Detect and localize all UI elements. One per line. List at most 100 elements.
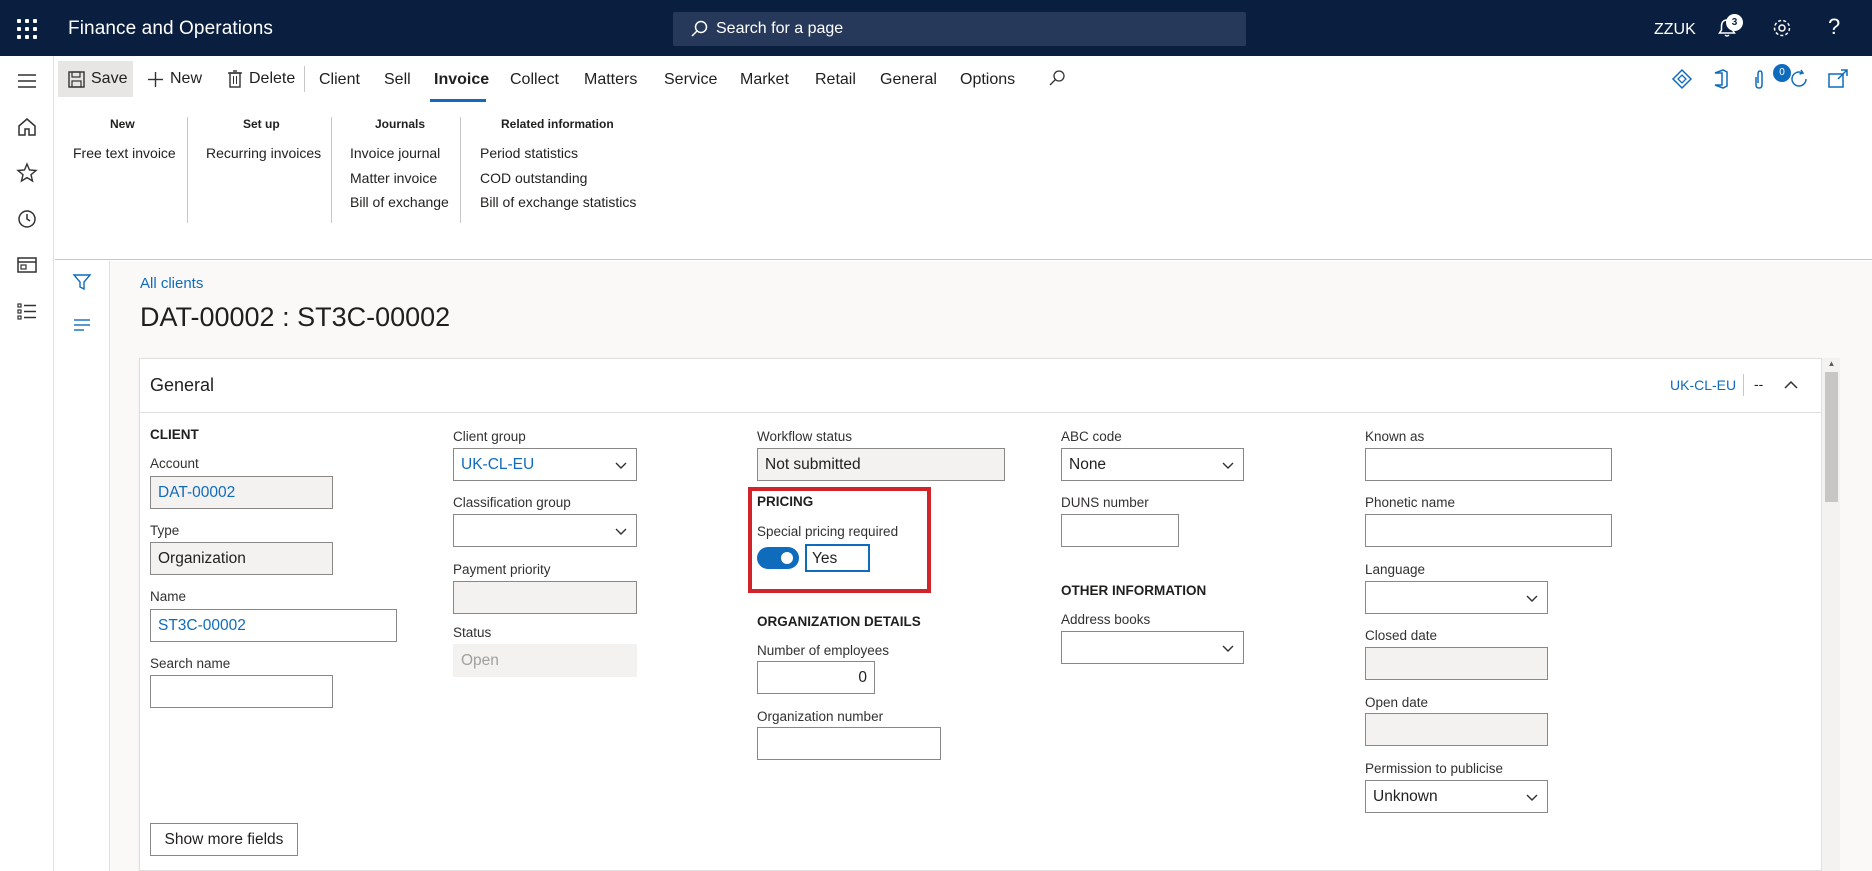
toolbar-divider	[304, 66, 305, 92]
closed-date-label: Closed date	[1365, 628, 1438, 643]
payment-priority-field[interactable]	[453, 581, 637, 614]
tab-retail[interactable]: Retail	[815, 56, 856, 102]
tab-sell[interactable]: Sell	[384, 56, 411, 102]
other-information-heading: OTHER INFORMATION	[1061, 583, 1207, 598]
name-label: Name	[150, 589, 187, 604]
scrollbar-thumb[interactable]	[1825, 372, 1838, 502]
bill-of-exchange-button[interactable]: Bill of exchange	[350, 194, 449, 210]
settings-gear-icon[interactable]	[1771, 17, 1793, 39]
account-field[interactable]: DAT-00002	[150, 476, 333, 509]
known-as-field[interactable]	[1365, 448, 1612, 481]
delete-button[interactable]: Delete	[227, 56, 295, 102]
office-icon[interactable]	[1710, 68, 1732, 90]
filter-icon[interactable]	[72, 272, 92, 292]
delete-label: Delete	[249, 70, 296, 87]
workspaces-icon[interactable]	[16, 254, 38, 276]
new-label: New	[170, 70, 203, 87]
show-more-fields-button[interactable]: Show more fields	[150, 823, 298, 856]
home-icon[interactable]	[16, 116, 38, 138]
language-label: Language	[1365, 562, 1426, 577]
abc-code-dropdown[interactable]: None	[1061, 448, 1244, 481]
chevron-down-icon	[615, 462, 627, 469]
app-launcher-icon[interactable]	[17, 19, 37, 39]
payment-priority-label: Payment priority	[453, 562, 551, 577]
organization-details-heading: ORGANIZATION DETAILS	[757, 614, 921, 629]
organization-number-field[interactable]	[757, 727, 941, 760]
type-label: Type	[150, 523, 180, 538]
open-new-window-icon[interactable]	[1827, 68, 1849, 90]
scroll-up-arrow-icon[interactable]: ▲	[1825, 359, 1838, 369]
period-statistics-button[interactable]: Period statistics	[480, 145, 578, 161]
group-divider	[187, 117, 188, 223]
recurring-invoices-button[interactable]: Recurring invoices	[206, 145, 321, 161]
recent-clock-icon[interactable]	[16, 208, 38, 230]
toggle-knob	[781, 552, 793, 564]
group-setup-title: Set up	[243, 117, 280, 131]
general-fasttab-title[interactable]: General	[150, 375, 214, 396]
group-new-title: New	[110, 117, 135, 131]
bill-of-exchange-statistics-button[interactable]: Bill of exchange statistics	[480, 194, 636, 210]
closed-date-field[interactable]	[1365, 647, 1548, 680]
name-field[interactable]: ST3C-00002	[150, 609, 397, 642]
client-group-label: Client group	[453, 429, 526, 444]
tab-matters[interactable]: Matters	[584, 56, 637, 102]
power-apps-icon[interactable]	[1671, 68, 1693, 90]
tab-collect[interactable]: Collect	[510, 56, 559, 102]
list-view-icon[interactable]	[72, 317, 92, 333]
app-title[interactable]: Finance and Operations	[68, 18, 273, 40]
navigation-rail	[0, 56, 54, 871]
tab-options[interactable]: Options	[960, 56, 1015, 102]
favorites-star-icon[interactable]	[16, 162, 38, 184]
new-button[interactable]: New	[147, 56, 202, 102]
chevron-down-icon	[615, 528, 627, 535]
tab-market[interactable]: Market	[740, 56, 789, 102]
abc-code-value: None	[1069, 456, 1107, 473]
special-pricing-label: Special pricing required	[757, 524, 899, 539]
action-search-icon[interactable]	[1047, 68, 1067, 88]
workflow-status-field[interactable]: Not submitted	[757, 448, 1005, 481]
classification-group-dropdown[interactable]	[453, 514, 637, 547]
modules-list-icon[interactable]	[16, 300, 38, 322]
cod-outstanding-button[interactable]: COD outstanding	[480, 170, 587, 186]
number-of-employees-field[interactable]: 0	[757, 661, 875, 694]
open-date-label: Open date	[1365, 695, 1429, 710]
attachments-icon[interactable]	[1749, 68, 1771, 90]
number-of-employees-label: Number of employees	[757, 643, 890, 658]
duns-number-field[interactable]	[1061, 514, 1179, 547]
phonetic-name-label: Phonetic name	[1365, 495, 1456, 510]
search-name-field[interactable]	[150, 675, 333, 708]
matter-invoice-button[interactable]: Matter invoice	[350, 170, 437, 186]
refresh-icon[interactable]	[1788, 68, 1810, 90]
page-search-input[interactable]: Search for a page	[673, 12, 1246, 46]
client-group-dropdown[interactable]: UK-CL-EU	[453, 448, 637, 481]
account-label: Account	[150, 456, 199, 471]
page-title: DAT-00002 : ST3C-00002	[140, 302, 451, 332]
tab-client[interactable]: Client	[319, 56, 360, 102]
chevron-up-icon[interactable]	[1782, 376, 1800, 394]
help-icon[interactable]: ?	[1828, 14, 1840, 40]
company-picker[interactable]: ZZUK	[1654, 21, 1696, 39]
phonetic-name-field[interactable]	[1365, 514, 1612, 547]
breadcrumb-all-clients[interactable]: All clients	[140, 275, 203, 292]
permission-to-publicise-dropdown[interactable]: Unknown	[1365, 780, 1548, 813]
type-field[interactable]: Organization	[150, 542, 333, 575]
address-books-dropdown[interactable]	[1061, 631, 1244, 664]
tab-invoice[interactable]: Invoice	[434, 56, 489, 102]
tab-service[interactable]: Service	[664, 56, 717, 102]
tab-general[interactable]: General	[880, 56, 937, 102]
workflow-status-label: Workflow status	[757, 429, 853, 444]
classification-group-label: Classification group	[453, 495, 571, 510]
fasttab-summary-divider	[1743, 374, 1744, 396]
search-placeholder: Search for a page	[716, 20, 844, 37]
language-dropdown[interactable]	[1365, 581, 1548, 614]
special-pricing-value[interactable]: Yes	[805, 544, 870, 572]
invoice-journal-button[interactable]: Invoice journal	[350, 145, 440, 161]
client-group-value: UK-CL-EU	[461, 456, 535, 473]
free-text-invoice-button[interactable]: Free text invoice	[73, 145, 176, 161]
save-button[interactable]: Save	[68, 56, 127, 102]
open-date-field[interactable]	[1365, 713, 1548, 746]
hamburger-menu-icon[interactable]	[16, 70, 38, 92]
group-divider	[331, 117, 332, 223]
chevron-down-icon	[1222, 462, 1234, 469]
special-pricing-toggle[interactable]	[757, 547, 799, 569]
